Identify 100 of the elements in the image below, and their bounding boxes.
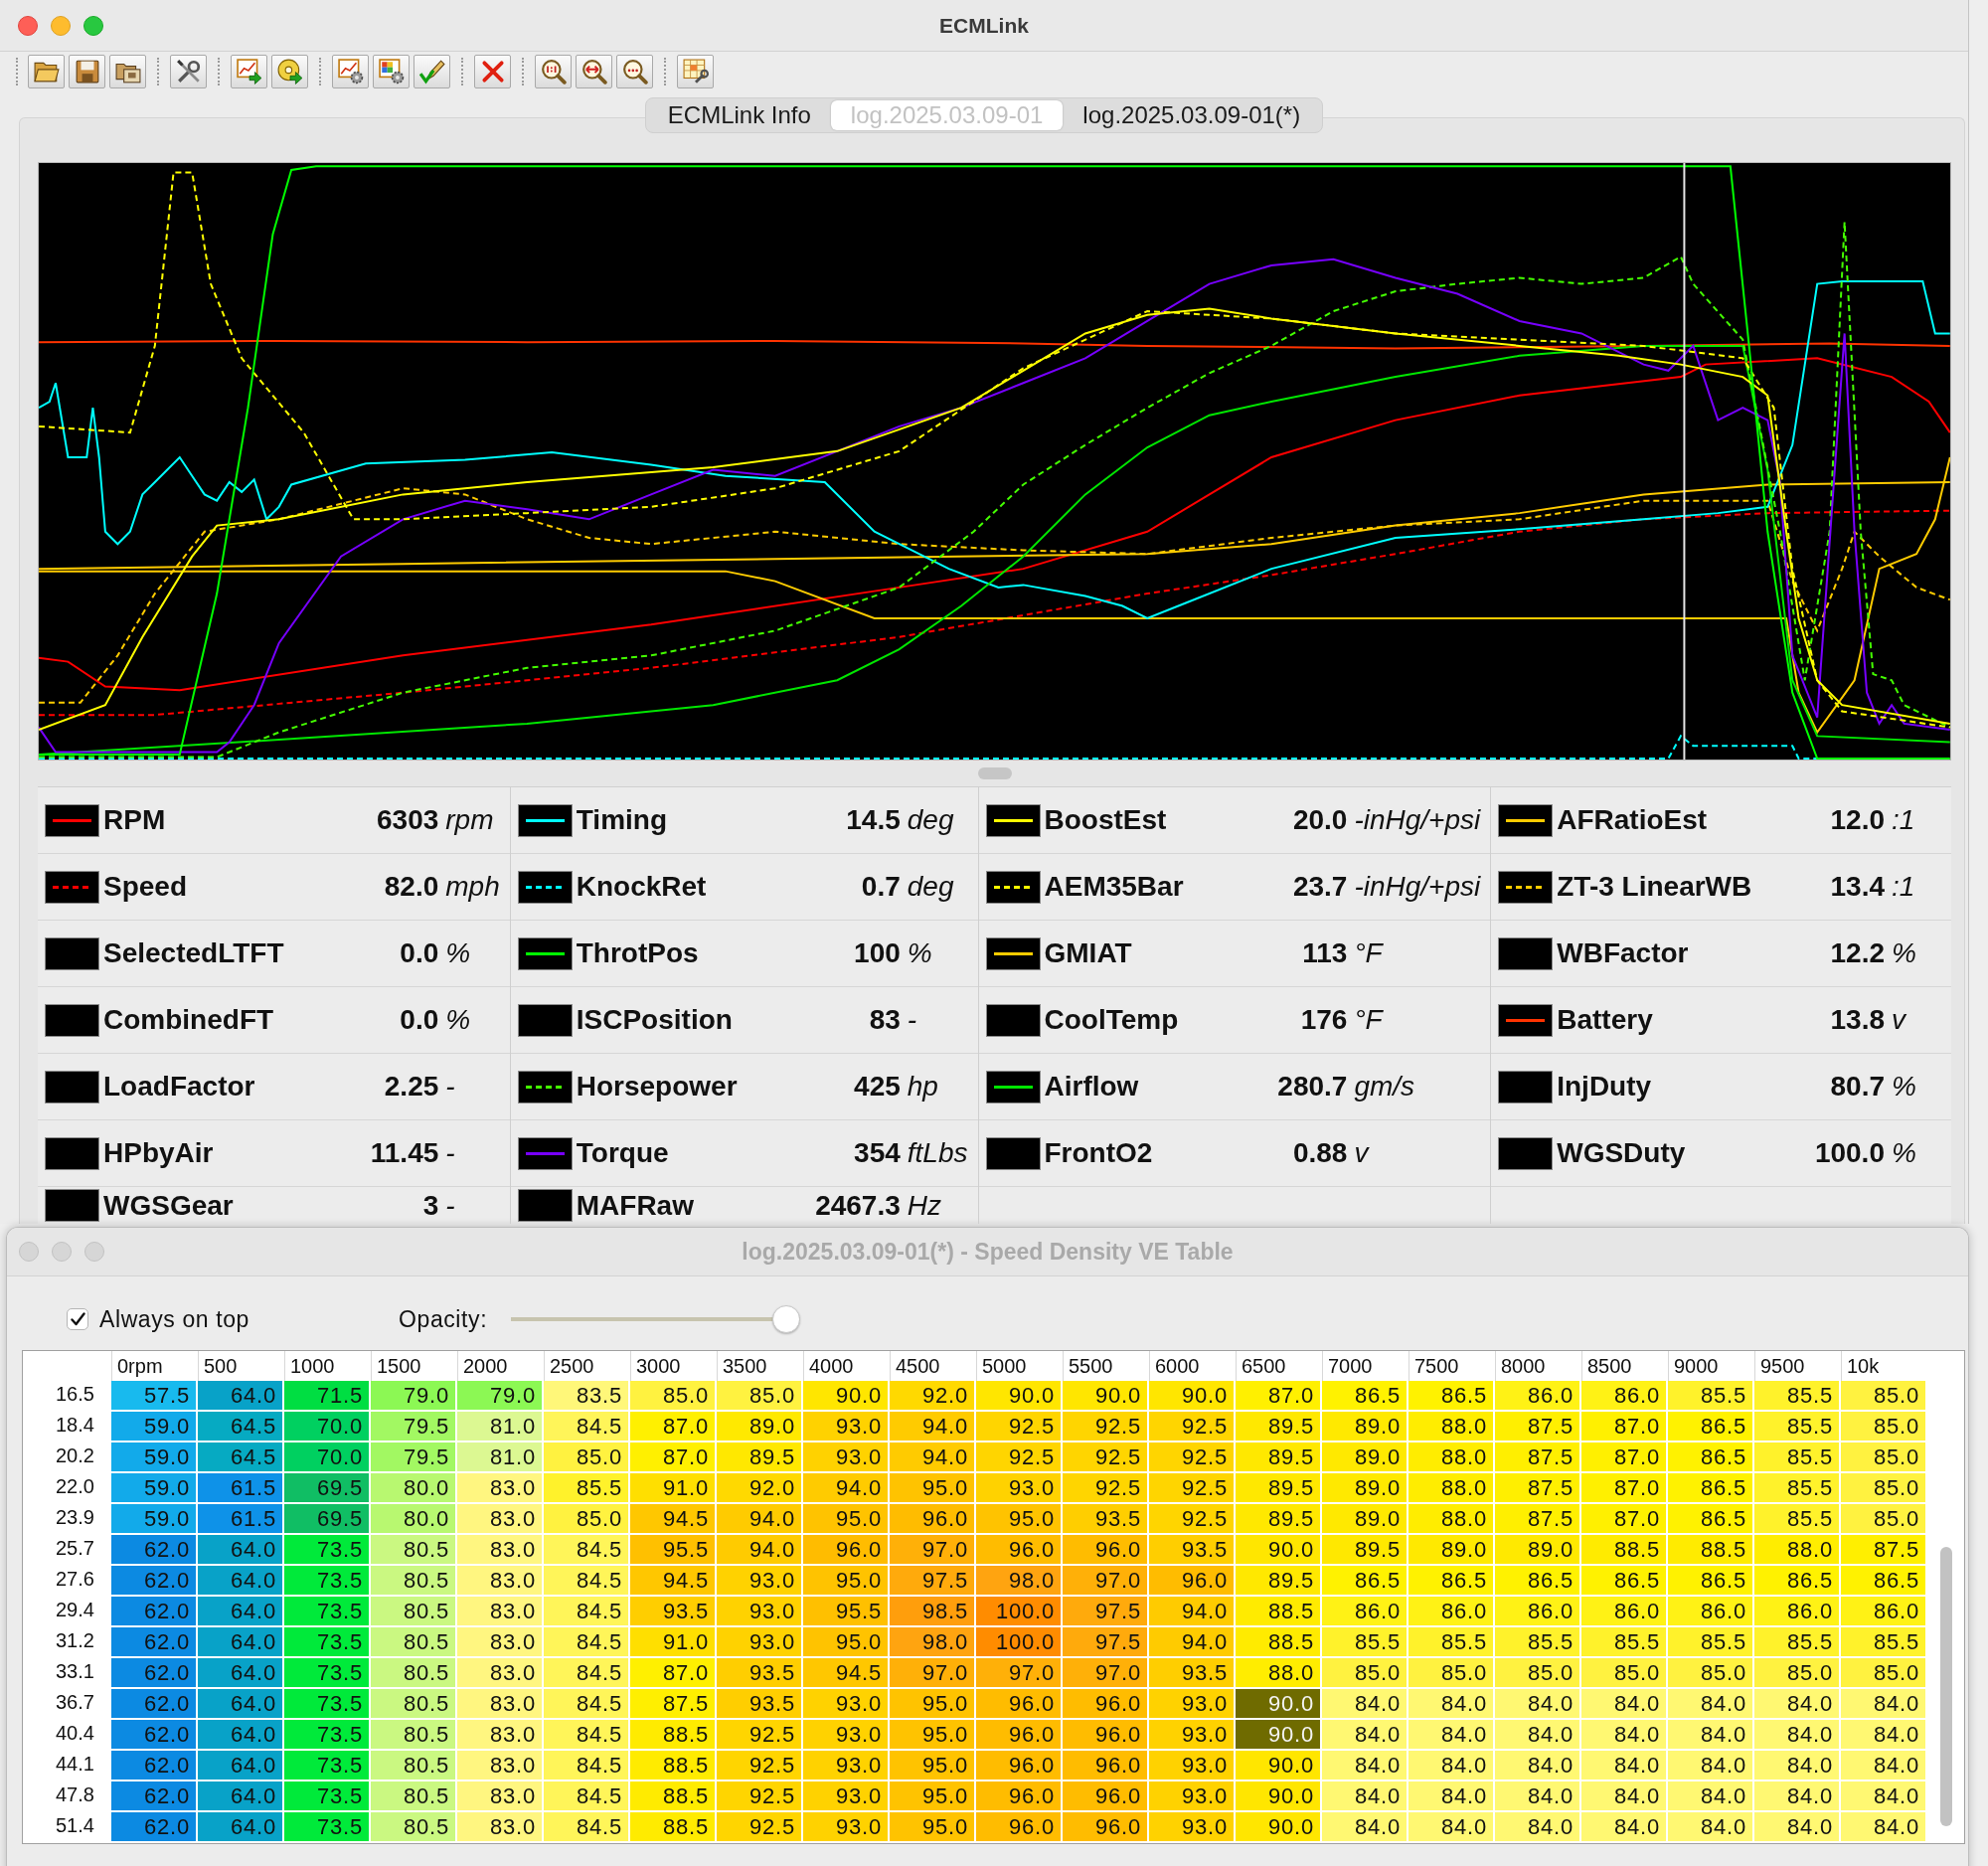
table-cell[interactable]: 88.5 xyxy=(1236,1597,1322,1627)
table-cell[interactable]: 85.0 xyxy=(1841,1473,1927,1504)
toolbar-button[interactable] xyxy=(474,55,511,88)
table-cell[interactable]: 88.5 xyxy=(1236,1627,1322,1658)
table-cell[interactable]: 73.5 xyxy=(284,1658,371,1689)
table-cell[interactable]: 93.5 xyxy=(717,1658,803,1689)
table-cell[interactable]: 97.0 xyxy=(1063,1566,1149,1597)
table-cell[interactable]: 73.5 xyxy=(284,1535,371,1566)
table-cell[interactable]: 93.0 xyxy=(717,1597,803,1627)
table-cell[interactable]: 61.5 xyxy=(198,1473,284,1504)
toolbar-button[interactable] xyxy=(414,55,450,88)
table-cell[interactable]: 93.0 xyxy=(803,1812,890,1843)
tab[interactable]: log.2025.03.09-01(*) xyxy=(1063,100,1321,130)
table-cell[interactable]: 84.5 xyxy=(544,1812,630,1843)
table-cell[interactable]: 95.0 xyxy=(890,1751,976,1781)
table-cell[interactable]: 80.5 xyxy=(371,1781,457,1812)
table-cell[interactable]: 90.0 xyxy=(1236,1535,1322,1566)
table-cell[interactable]: 92.5 xyxy=(1063,1442,1149,1473)
table-cell[interactable]: 71.5 xyxy=(284,1381,371,1412)
table-cell[interactable]: 84.0 xyxy=(1322,1751,1408,1781)
table-cell[interactable]: 97.0 xyxy=(890,1535,976,1566)
table-cell[interactable]: 96.0 xyxy=(976,1812,1063,1843)
table-cell[interactable]: 62.0 xyxy=(111,1658,198,1689)
table-cell[interactable]: 90.0 xyxy=(1149,1381,1236,1412)
table-cell[interactable]: 92.5 xyxy=(717,1781,803,1812)
table-cell[interactable]: 84.5 xyxy=(544,1627,630,1658)
table-cell[interactable]: 86.5 xyxy=(1668,1473,1754,1504)
table-cell[interactable]: 84.0 xyxy=(1581,1689,1668,1720)
table-cell[interactable]: 94.0 xyxy=(890,1412,976,1442)
table-cell[interactable]: 93.0 xyxy=(803,1412,890,1442)
table-cell[interactable]: 94.0 xyxy=(890,1442,976,1473)
table-cell[interactable]: 84.0 xyxy=(1754,1751,1841,1781)
table-cell[interactable]: 85.0 xyxy=(1841,1442,1927,1473)
table-cell[interactable]: 57.5 xyxy=(111,1381,198,1412)
table-cell[interactable]: 91.0 xyxy=(630,1473,717,1504)
table-cell[interactable]: 62.0 xyxy=(111,1720,198,1751)
table-cell[interactable]: 84.0 xyxy=(1754,1781,1841,1812)
table-cell[interactable]: 90.0 xyxy=(976,1381,1063,1412)
table-cell[interactable]: 86.0 xyxy=(1668,1597,1754,1627)
table-cell[interactable]: 100.0 xyxy=(976,1627,1063,1658)
table-cell[interactable]: 93.5 xyxy=(717,1689,803,1720)
toolbar-button[interactable] xyxy=(69,55,105,88)
table-cell[interactable]: 62.0 xyxy=(111,1751,198,1781)
table-cell[interactable]: 94.0 xyxy=(717,1504,803,1535)
toolbar-button[interactable] xyxy=(231,55,267,88)
table-cell[interactable]: 84.0 xyxy=(1668,1781,1754,1812)
table-cell[interactable]: 85.0 xyxy=(1668,1658,1754,1689)
table-cell[interactable]: 84.0 xyxy=(1322,1781,1408,1812)
table-cell[interactable]: 89.5 xyxy=(717,1442,803,1473)
table-cell[interactable]: 85.0 xyxy=(544,1442,630,1473)
table-cell[interactable]: 90.0 xyxy=(1236,1781,1322,1812)
table-cell[interactable]: 88.0 xyxy=(1408,1504,1495,1535)
table-cell[interactable]: 97.5 xyxy=(1063,1597,1149,1627)
table-cell[interactable]: 85.0 xyxy=(1841,1412,1927,1442)
slider-thumb[interactable] xyxy=(772,1305,801,1333)
table-cell[interactable]: 62.0 xyxy=(111,1781,198,1812)
table-cell[interactable]: 89.0 xyxy=(1408,1535,1495,1566)
table-cell[interactable]: 80.5 xyxy=(371,1627,457,1658)
table-cell[interactable]: 86.5 xyxy=(1668,1412,1754,1442)
table-cell[interactable]: 89.5 xyxy=(1236,1566,1322,1597)
table-cell[interactable]: 92.5 xyxy=(1063,1473,1149,1504)
table-cell[interactable]: 89.5 xyxy=(1322,1535,1408,1566)
toolbar-button[interactable] xyxy=(373,55,410,88)
table-cell[interactable]: 86.5 xyxy=(1668,1566,1754,1597)
table-cell[interactable]: 93.0 xyxy=(803,1689,890,1720)
table-cell[interactable]: 80.5 xyxy=(371,1566,457,1597)
table-cell[interactable]: 83.0 xyxy=(457,1689,544,1720)
table-cell[interactable]: 64.0 xyxy=(198,1720,284,1751)
table-cell[interactable]: 87.0 xyxy=(1581,1473,1668,1504)
table-cell[interactable]: 83.0 xyxy=(457,1658,544,1689)
table-cell[interactable]: 83.0 xyxy=(457,1781,544,1812)
table-cell[interactable]: 64.5 xyxy=(198,1412,284,1442)
table-cell[interactable]: 84.0 xyxy=(1322,1720,1408,1751)
table-cell[interactable]: 97.5 xyxy=(1063,1627,1149,1658)
table-cell[interactable]: 91.0 xyxy=(630,1627,717,1658)
table-cell[interactable]: 86.5 xyxy=(1495,1566,1581,1597)
table-cell[interactable]: 85.5 xyxy=(1841,1627,1927,1658)
table-cell[interactable]: 84.5 xyxy=(544,1535,630,1566)
table-cell[interactable]: 85.0 xyxy=(1841,1658,1927,1689)
table-cell[interactable]: 59.0 xyxy=(111,1473,198,1504)
table-cell[interactable]: 85.0 xyxy=(544,1504,630,1535)
table-cell[interactable]: 94.5 xyxy=(630,1504,717,1535)
toolbar-button[interactable] xyxy=(535,55,572,88)
table-cell[interactable]: 85.0 xyxy=(630,1381,717,1412)
table-cell[interactable]: 90.0 xyxy=(1236,1812,1322,1843)
table-cell[interactable]: 79.0 xyxy=(371,1381,457,1412)
table-cell[interactable]: 85.0 xyxy=(1841,1381,1927,1412)
table-cell[interactable]: 64.5 xyxy=(198,1442,284,1473)
table-cell[interactable]: 84.0 xyxy=(1841,1720,1927,1751)
table-cell[interactable]: 64.0 xyxy=(198,1597,284,1627)
table-cell[interactable]: 93.5 xyxy=(1149,1535,1236,1566)
table-cell[interactable]: 86.0 xyxy=(1495,1381,1581,1412)
table-cell[interactable]: 88.5 xyxy=(630,1781,717,1812)
table-cell[interactable]: 64.0 xyxy=(198,1751,284,1781)
table-cell[interactable]: 88.5 xyxy=(630,1751,717,1781)
table-cell[interactable]: 84.0 xyxy=(1668,1812,1754,1843)
table-cell[interactable]: 86.5 xyxy=(1322,1381,1408,1412)
table-cell[interactable]: 96.0 xyxy=(976,1720,1063,1751)
table-cell[interactable]: 84.0 xyxy=(1495,1751,1581,1781)
toolbar-button[interactable] xyxy=(677,55,714,88)
